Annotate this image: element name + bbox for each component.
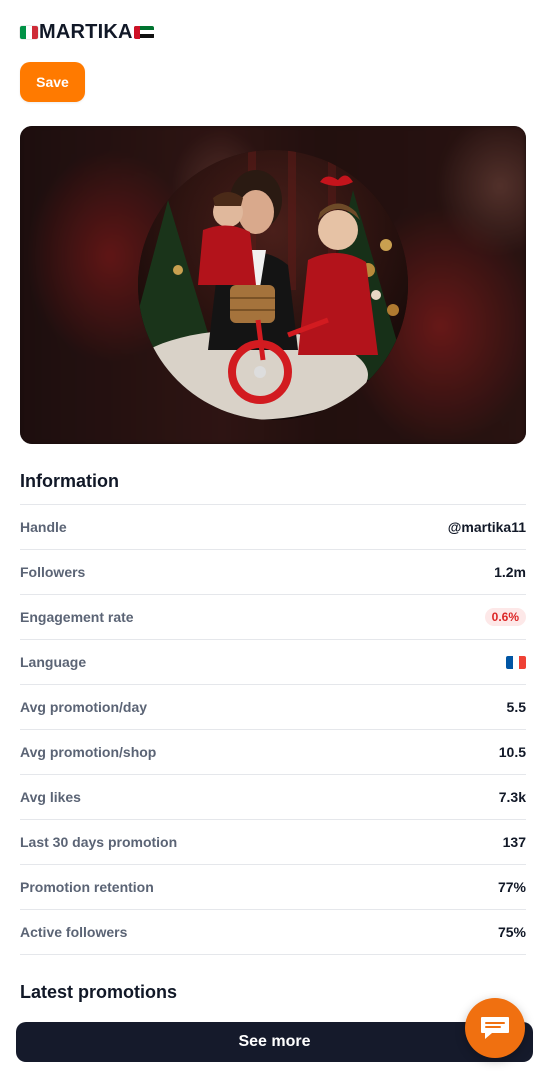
avg-promotion-day-value: 5.5	[506, 699, 526, 715]
language-label: Language	[20, 654, 87, 670]
info-row-active-followers: Active followers 75%	[20, 910, 526, 955]
avg-promotion-day-label: Avg promotion/day	[20, 699, 148, 715]
see-more-button[interactable]: See more	[16, 1022, 533, 1062]
last-30-days-promotion-value: 137	[502, 834, 526, 850]
info-row-avg-promotion-shop: Avg promotion/shop 10.5	[20, 730, 526, 775]
information-table: Handle @martika11 Followers 1.2m Engagem…	[20, 504, 526, 955]
france-flag-icon	[506, 655, 526, 669]
uae-flag-icon	[133, 25, 154, 39]
profile-banner	[20, 126, 526, 444]
save-button[interactable]: Save	[20, 62, 85, 102]
italy-flag-icon	[20, 25, 38, 39]
promotion-retention-value: 77%	[497, 879, 526, 895]
info-row-promotion-retention: Promotion retention 77%	[20, 865, 526, 910]
engagement-rate-badge: 0.6%	[484, 608, 526, 626]
info-row-avg-promotion-day: Avg promotion/day 5.5	[20, 685, 526, 730]
chat-button[interactable]	[465, 998, 525, 1058]
profile-header: MARTIKA	[20, 18, 154, 46]
info-row-followers: Followers 1.2m	[20, 550, 526, 595]
active-followers-label: Active followers	[20, 924, 128, 940]
engagement-rate-label: Engagement rate	[20, 609, 134, 625]
info-row-handle: Handle @martika11	[20, 505, 526, 550]
avg-likes-label: Avg likes	[20, 789, 81, 805]
active-followers-value: 75%	[497, 924, 526, 940]
avg-promotion-shop-label: Avg promotion/shop	[20, 744, 157, 760]
followers-label: Followers	[20, 564, 86, 580]
profile-avatar	[138, 150, 408, 420]
info-row-engagement-rate: Engagement rate 0.6%	[20, 595, 526, 640]
profile-photo-image	[138, 150, 408, 420]
handle-label: Handle	[20, 519, 67, 535]
avg-likes-value: 7.3k	[498, 789, 526, 805]
info-row-last-30-days-promotion: Last 30 days promotion 137	[20, 820, 526, 865]
info-row-language: Language	[20, 640, 526, 685]
info-row-avg-likes: Avg likes 7.3k	[20, 775, 526, 820]
information-heading: Information	[20, 471, 119, 491]
chat-bubble-icon	[481, 1017, 509, 1039]
avg-promotion-shop-value: 10.5	[498, 744, 526, 760]
promotion-retention-label: Promotion retention	[20, 879, 154, 895]
followers-value: 1.2m	[494, 564, 526, 580]
profile-title: MARTIKA	[39, 20, 133, 43]
handle-value: @martika11	[447, 519, 526, 535]
latest-promotions-heading: Latest promotions	[20, 982, 178, 1002]
last-30-days-promotion-label: Last 30 days promotion	[20, 834, 178, 850]
